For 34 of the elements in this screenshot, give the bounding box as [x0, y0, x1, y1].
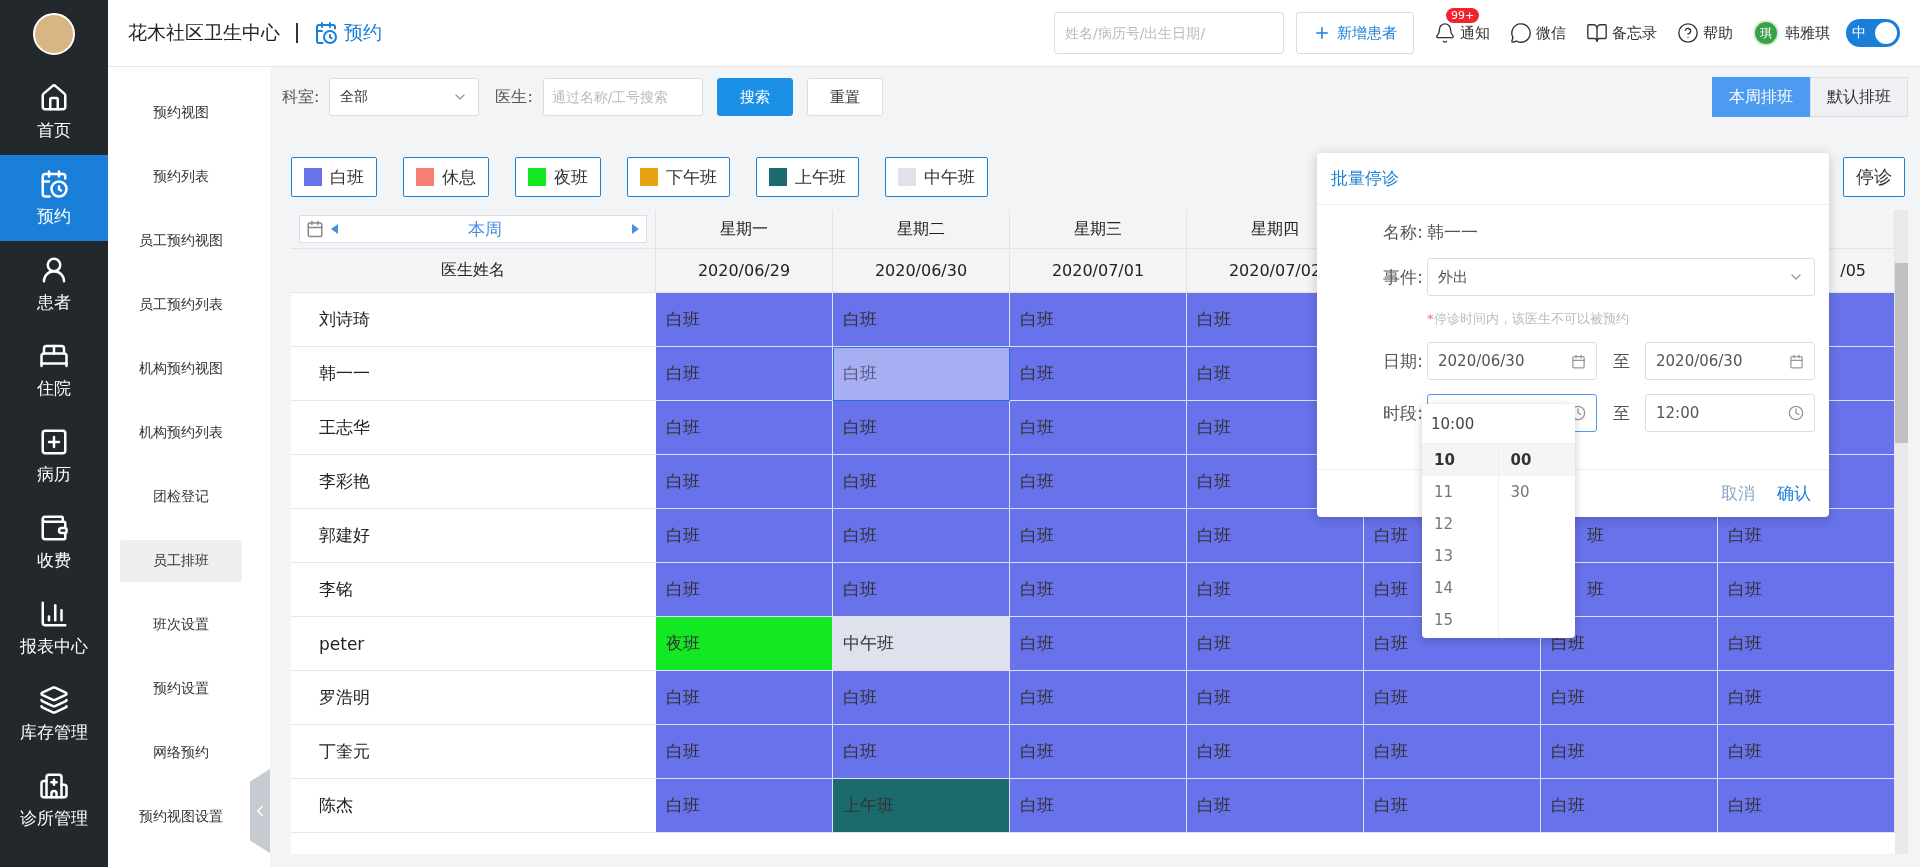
- week-label: 本周: [467, 217, 503, 241]
- department-label: 科室:: [282, 86, 320, 108]
- field-label: 名称:: [1382, 221, 1424, 244]
- weekday-header: 星期三: [1010, 210, 1187, 249]
- field-label: 事件:: [1382, 265, 1424, 289]
- doctor-name-value: 韩一一: [1427, 221, 1478, 244]
- date-header: 2020/06/29: [656, 249, 833, 293]
- nav-label: 预约: [37, 204, 71, 228]
- nav-label: 住院: [37, 376, 71, 400]
- date-header: 2020/06/30: [833, 249, 1010, 293]
- organization-name: 花木社区卫生中心: [128, 20, 280, 45]
- nav-label: 库存管理: [20, 720, 88, 744]
- date-header: 2020/07/01: [1010, 249, 1187, 293]
- range-separator: 至: [1611, 401, 1631, 425]
- nav-label: 病历: [37, 462, 71, 486]
- user-name: 韩雅琪: [1785, 23, 1830, 43]
- nav-label: 报表中心: [20, 634, 88, 658]
- notification-badge: 99+: [1446, 8, 1480, 23]
- module-title: 预约: [344, 20, 382, 45]
- range-separator: 至: [1611, 349, 1631, 373]
- field-label: 时段:: [1382, 401, 1424, 425]
- weekday-header: 星期一: [656, 210, 833, 249]
- nav-label: 收费: [37, 548, 71, 572]
- nav-label: 诊所管理: [20, 806, 88, 830]
- column-header: 医生姓名: [291, 249, 656, 293]
- field-label: 日期:: [1382, 349, 1424, 373]
- weekday-header: 星期二: [833, 210, 1010, 249]
- nav-label: 患者: [37, 290, 71, 314]
- doctor-label: 医生:: [495, 86, 533, 108]
- date-header: /05: [1840, 261, 1866, 280]
- hint-text: *停诊时间内，该医生不可以被预约: [1427, 310, 1630, 328]
- user-avatar: 琪: [1753, 20, 1779, 46]
- popup-title: 批量停诊: [1317, 153, 1829, 205]
- nav-label: 首页: [37, 118, 71, 142]
